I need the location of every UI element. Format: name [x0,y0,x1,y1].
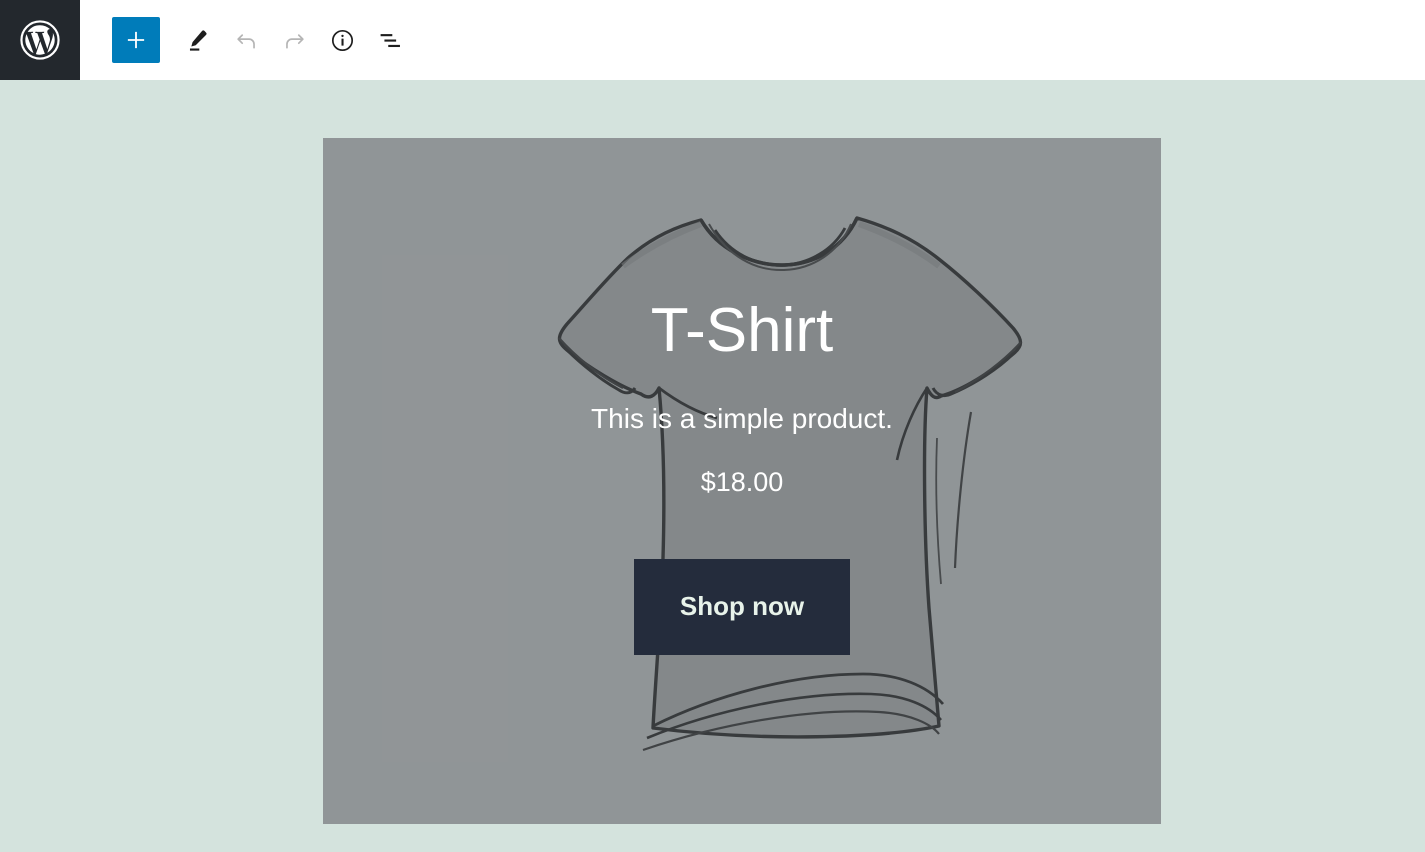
info-circle-icon [329,27,356,54]
cover-price[interactable]: $18.00 [701,465,784,500]
wordpress-logo-icon [19,19,61,61]
plus-icon [123,27,149,53]
tools-edit-button[interactable] [172,16,220,64]
pencil-icon [183,27,210,54]
undo-button[interactable] [222,16,270,64]
undo-arrow-icon [233,27,260,54]
add-block-button[interactable] [112,17,160,63]
redo-button[interactable] [270,16,318,64]
cover-content: T-Shirt This is a simple product. $18.00… [323,138,1161,824]
list-view-button[interactable] [366,16,414,64]
editor-header [0,0,1425,80]
shop-now-button[interactable]: Shop now [634,559,850,655]
list-view-icon [377,27,404,54]
cover-title[interactable]: T-Shirt [651,298,834,363]
editor-toolbar [80,0,414,80]
redo-arrow-icon [281,27,308,54]
details-button[interactable] [318,16,366,64]
cover-description[interactable]: This is a simple product. [591,401,893,437]
cover-block[interactable]: T-Shirt This is a simple product. $18.00… [323,138,1161,824]
wordpress-logo-button[interactable] [0,0,80,80]
editor-canvas: T-Shirt This is a simple product. $18.00… [0,80,1425,852]
